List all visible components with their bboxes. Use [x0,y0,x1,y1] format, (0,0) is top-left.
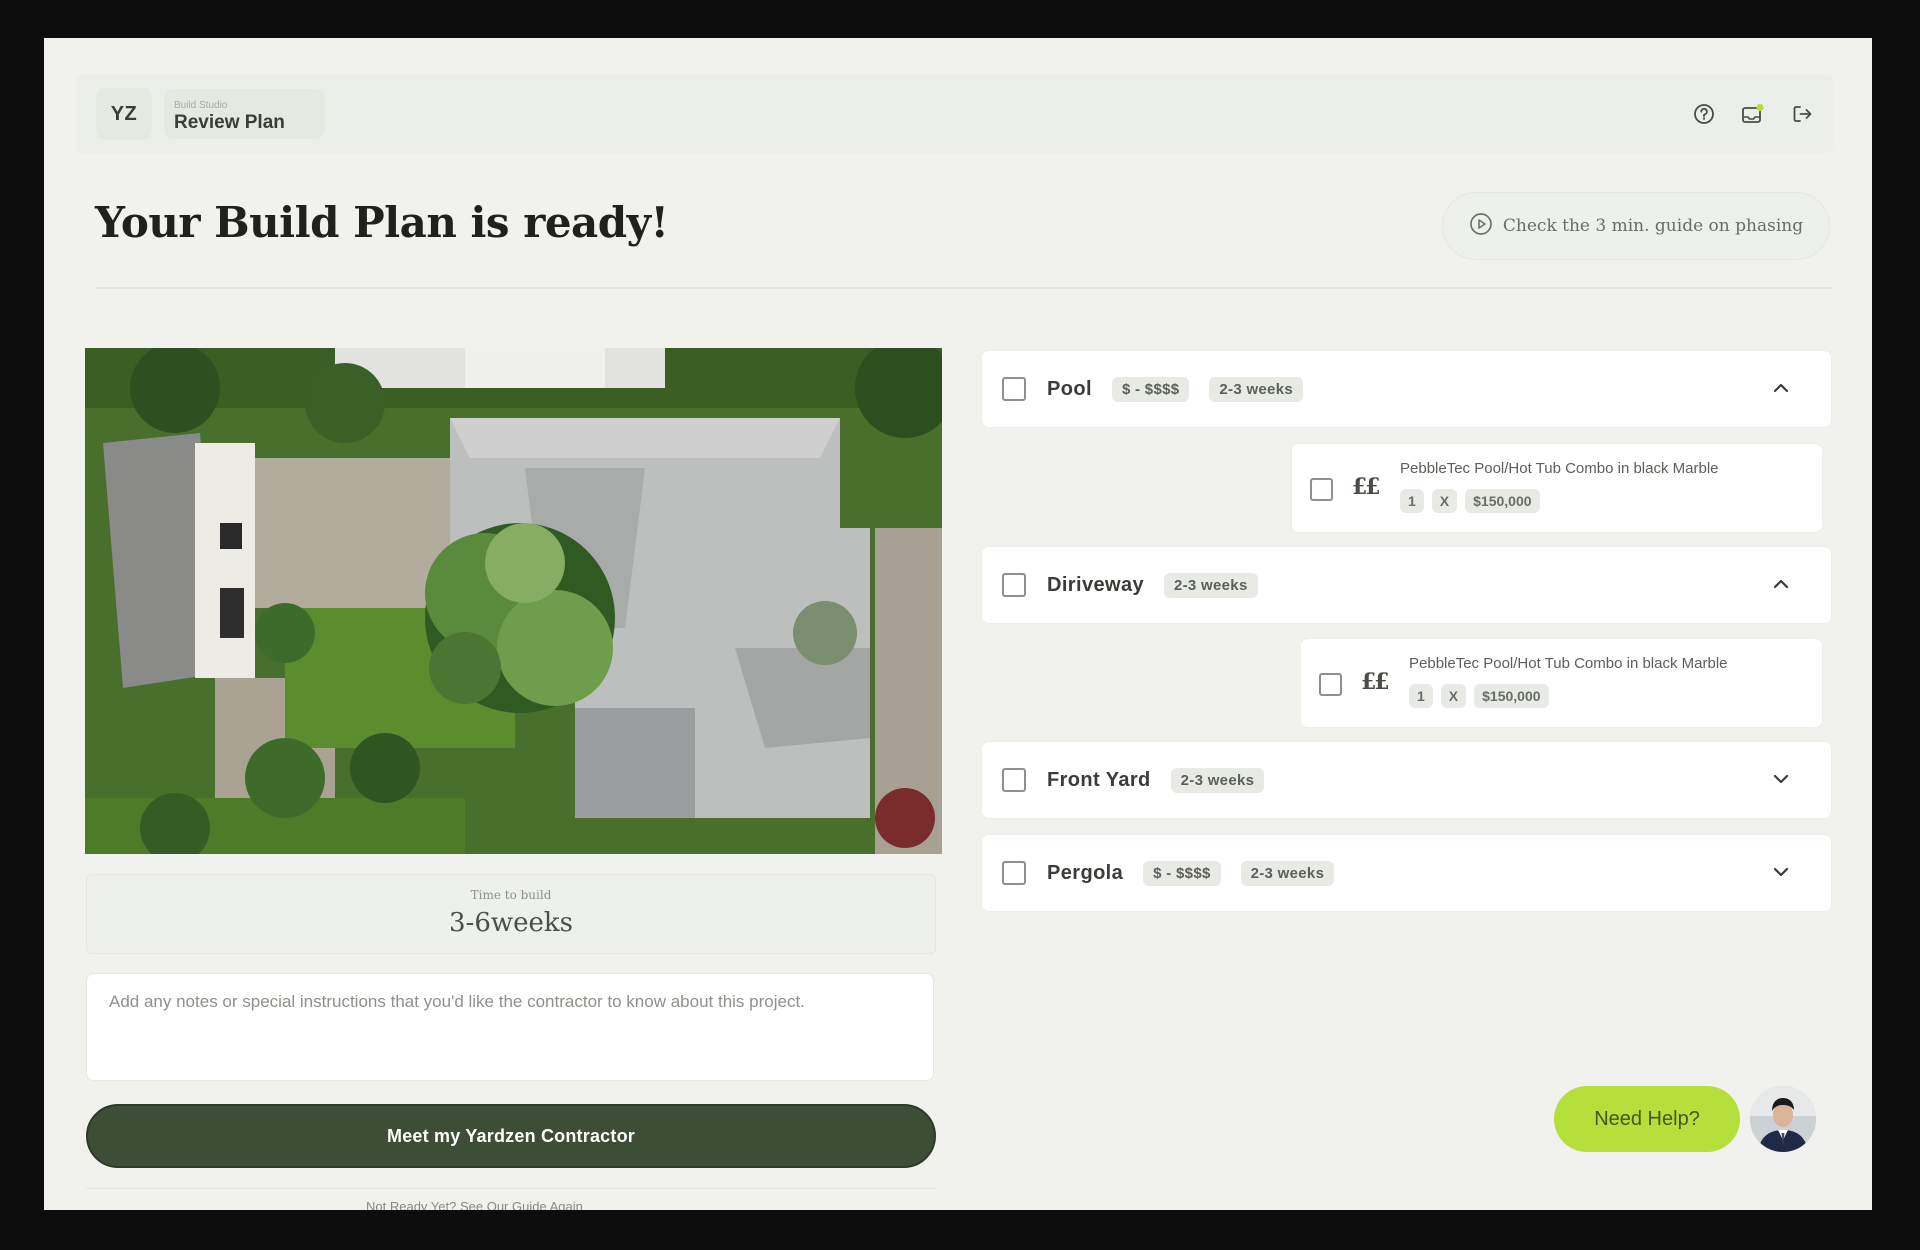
page-title: Your Build Plan is ready! [95,198,669,247]
category-name: Pergola [1047,861,1124,884]
category-pergola[interactable]: Pergola $ - $$$$ 2-3 weeks [981,834,1832,912]
divider [95,287,1832,289]
chevron-up-icon[interactable] [1773,380,1789,398]
meet-contractor-button[interactable]: Meet my Yardzen Contractor [86,1104,936,1168]
need-help-button[interactable]: Need Help? [1554,1086,1740,1152]
category-checkbox[interactable] [1002,377,1026,401]
item-price: $150,000 [1474,684,1549,708]
item-checkbox[interactable] [1319,673,1342,696]
item-price: $150,000 [1465,489,1540,513]
duration-tag: 2-3 weeks [1240,860,1335,886]
top-bar: YZ Build Studio Review Plan [76,75,1833,153]
notification-icon[interactable] [1741,103,1765,125]
contractor-notes-input[interactable] [86,973,934,1081]
item-name: PebbleTec Pool/Hot Tub Combo in black Ma… [1400,460,1719,477]
logo[interactable]: YZ [96,88,152,140]
item-multiplier: X [1431,489,1458,513]
phasing-guide-label: Check the 3 min. guide on phasing [1502,216,1804,236]
chevron-down-icon[interactable] [1773,864,1789,882]
secondary-link[interactable]: Not Ready Yet? See Our Guide Again [366,1199,583,1210]
logout-icon[interactable] [1791,103,1813,125]
category-front-yard[interactable]: Front Yard 2-3 weeks [981,741,1832,819]
support-agent-avatar[interactable] [1750,1086,1816,1152]
item-multiplier: X [1440,684,1467,708]
item-quantity: 1 [1400,489,1424,513]
line-item[interactable]: ££ PebbleTec Pool/Hot Tub Combo in black… [1300,638,1823,728]
category-pool[interactable]: Pool $ - $$$$ 2-3 weeks [981,350,1832,428]
chevron-down-icon[interactable] [1773,771,1789,789]
item-name: PebbleTec Pool/Hot Tub Combo in black Ma… [1409,655,1728,672]
header-actions [1693,103,1813,125]
phasing-guide-button[interactable]: Check the 3 min. guide on phasing [1442,192,1830,260]
item-meta: 1 X $150,000 [1400,489,1540,513]
item-quantity: 1 [1409,684,1433,708]
line-item[interactable]: ££ PebbleTec Pool/Hot Tub Combo in black… [1291,443,1823,533]
duration-tag: 2-3 weeks [1170,767,1265,793]
breadcrumb-section: Build Studio [174,100,228,111]
breadcrumb: Build Studio Review Plan [164,89,325,139]
yard-aerial-render [85,348,942,854]
help-circle-icon[interactable] [1693,103,1715,125]
category-checkbox[interactable] [1002,573,1026,597]
category-checkbox[interactable] [1002,768,1026,792]
time-to-build-label: Time to build [470,888,552,902]
time-to-build-card: Time to build 3-6weeks [86,874,936,954]
pound-symbol-icon: ££ [1352,474,1381,500]
category-name: Front Yard [1047,768,1151,791]
item-meta: 1 X $150,000 [1409,684,1549,708]
price-range-tag: $ - $$$$ [1111,376,1190,402]
item-checkbox[interactable] [1310,478,1333,501]
price-range-tag: $ - $$$$ [1143,860,1221,886]
pound-symbol-icon: ££ [1361,669,1390,695]
category-checkbox[interactable] [1002,861,1026,885]
time-to-build-value: 3-6weeks [449,908,573,938]
play-circle-icon [1469,212,1493,241]
chevron-up-icon[interactable] [1773,576,1789,594]
breadcrumb-page: Review Plan [174,112,285,133]
category-name: Pool [1047,377,1092,400]
category-name: Diriveway [1047,573,1144,596]
category-driveway[interactable]: Diriveway 2-3 weeks [981,546,1832,624]
duration-tag: 2-3 weeks [1164,572,1258,598]
duration-tag: 2-3 weeks [1209,376,1303,402]
secondary-link-row: Not Ready Yet? See Our Guide Again [86,1188,936,1210]
app-screen: YZ Build Studio Review Plan Your Build P… [44,38,1872,1210]
